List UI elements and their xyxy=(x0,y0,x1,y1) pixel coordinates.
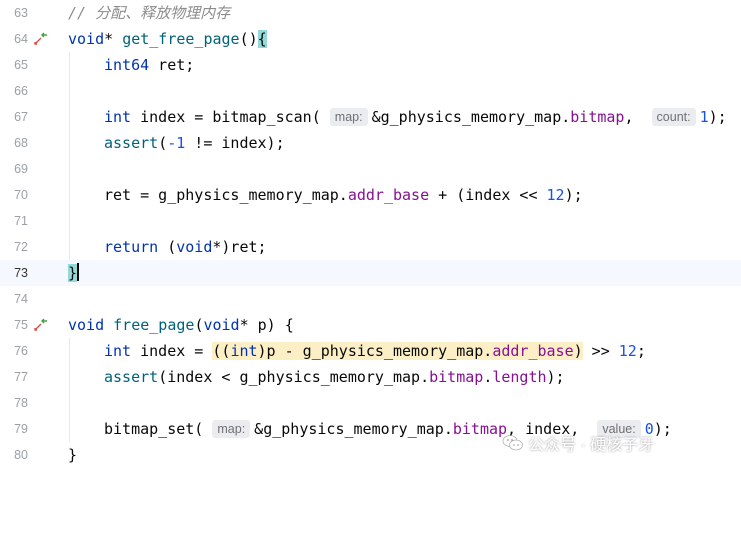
line-number: 77 xyxy=(14,370,28,384)
closing-brace: } xyxy=(68,263,79,282)
line-number: 66 xyxy=(14,84,28,98)
code-statement: return (void*)ret; xyxy=(104,238,267,256)
line-number: 80 xyxy=(14,448,28,462)
line-number: 69 xyxy=(14,162,28,176)
code-line[interactable]: 71 xyxy=(0,208,741,234)
parameter-hint: count: xyxy=(651,108,696,126)
watermark-text: 公众号 · 硬核子牙 xyxy=(528,437,655,454)
code-line[interactable]: 69 xyxy=(0,156,741,182)
code-line[interactable]: 72 return (void*)ret; xyxy=(0,234,741,260)
code-line[interactable]: 63 // 分配、释放物理内存 xyxy=(0,0,741,26)
code-line[interactable]: 78 xyxy=(0,390,741,416)
code-line[interactable]: 66 xyxy=(0,78,741,104)
code-line[interactable]: 70 ret = g_physics_memory_map.addr_base … xyxy=(0,182,741,208)
line-number: 71 xyxy=(14,214,28,228)
parameter-hint: map: xyxy=(329,108,368,126)
code-statement: assert(-1 != index); xyxy=(104,134,285,152)
code-statement: ret = g_physics_memory_map.addr_base + (… xyxy=(104,186,583,204)
code-statement: assert(index < g_physics_memory_map.bitm… xyxy=(104,368,565,386)
line-number: 68 xyxy=(14,136,28,150)
line-number: 70 xyxy=(14,188,28,202)
code-line[interactable]: 75 void free_page(void* p) { xyxy=(0,312,741,338)
code-line[interactable]: 67 int index = bitmap_scan( map: &g_physi… xyxy=(0,104,741,130)
line-number: 73 xyxy=(14,266,28,280)
text-caret xyxy=(77,263,79,281)
code-line[interactable]: 65 int64 ret; xyxy=(0,52,741,78)
line-number: 79 xyxy=(14,422,28,436)
line-number: 72 xyxy=(14,240,28,254)
implementation-arrows-icon[interactable] xyxy=(33,31,49,47)
parameter-hint: map: xyxy=(212,420,251,438)
code-line[interactable]: 76 int index = ((int)p - g_physics_memor… xyxy=(0,338,741,364)
function-signature: void* get_free_page(){ xyxy=(68,30,267,48)
code-line[interactable]: 64 void* get_free_page(){ xyxy=(0,26,741,52)
function-signature: void free_page(void* p) { xyxy=(68,316,294,334)
watermark: 公众号 · 硬核子牙 xyxy=(502,429,654,457)
comment: // 分配、释放物理内存 xyxy=(68,4,231,22)
line-number: 64 xyxy=(14,32,28,46)
code-editor[interactable]: 63 // 分配、释放物理内存 64 void* get_free_page()… xyxy=(0,0,741,474)
line-number: 78 xyxy=(14,396,28,410)
line-number: 65 xyxy=(14,58,28,72)
code-line[interactable]: 77 assert(index < g_physics_memory_map.b… xyxy=(0,364,741,390)
line-number: 75 xyxy=(14,318,28,332)
code-line[interactable]: 74 xyxy=(0,286,741,312)
line-number: 63 xyxy=(14,6,28,20)
code-statement: int index = ((int)p - g_physics_memory_m… xyxy=(104,342,646,360)
code-statement: int64 ret; xyxy=(104,56,195,74)
code-line[interactable]: 68 assert(-1 != index); xyxy=(0,130,741,156)
wechat-icon xyxy=(502,435,523,451)
closing-brace: } xyxy=(68,446,78,464)
line-number: 67 xyxy=(14,110,28,124)
code-line-current[interactable]: 73 } xyxy=(0,260,741,286)
code-statement: int index = bitmap_scan( map: &g_physics_… xyxy=(104,108,727,126)
line-number: 76 xyxy=(14,344,28,358)
implementation-arrows-icon[interactable] xyxy=(33,317,49,333)
line-number: 74 xyxy=(14,292,28,306)
